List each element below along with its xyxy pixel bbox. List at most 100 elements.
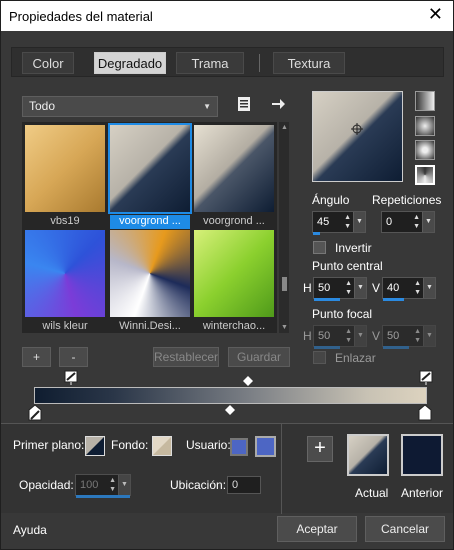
chevron-down-icon[interactable]: ▼ <box>422 212 434 232</box>
gradient-list: vbs19 voorgrond ... voorgrond ... wils k… <box>22 122 277 333</box>
spin-arrows-icon[interactable]: ▲ ▼ <box>109 476 116 494</box>
previous-label: Anterior <box>401 486 444 500</box>
cancel-button[interactable]: Cancelar <box>365 516 445 542</box>
user-color-swatch[interactable] <box>230 438 248 456</box>
foreground-label: Primer plano: <box>13 438 85 452</box>
location-field[interactable]: 0 <box>227 476 261 494</box>
gradient-swatch <box>110 230 190 317</box>
gradient-swatch <box>194 125 274 212</box>
add-gradient-button[interactable]: + <box>22 347 51 367</box>
foreground-material-swatch[interactable] <box>85 436 105 456</box>
add-swatch-button[interactable]: + <box>307 436 333 462</box>
current-swatch[interactable] <box>347 434 389 476</box>
spin-arrows-icon[interactable]: ▲ ▼ <box>345 279 352 297</box>
center-h-value: 50 <box>318 282 331 294</box>
chevron-down-icon[interactable]: ▼ <box>354 278 366 298</box>
background-label: Fondo: <box>111 438 149 452</box>
stop-marker-icon[interactable] <box>28 404 42 421</box>
chevron-down-icon[interactable]: ▼ <box>354 326 366 346</box>
opacity-label: Opacidad: <box>19 478 74 492</box>
scroll-up-icon[interactable]: ▲ <box>281 124 288 131</box>
angle-spinner[interactable]: 45 ▲ ▼ ▼ <box>312 211 366 235</box>
stop-marker-icon[interactable] <box>64 370 78 386</box>
spin-arrows-icon[interactable]: ▲ ▼ <box>414 279 421 297</box>
link-checkbox[interactable] <box>313 351 326 364</box>
spin-arrows-icon[interactable]: ▲ ▼ <box>413 213 420 231</box>
chevron-down-icon: ▼ <box>203 102 211 111</box>
list-view-icon[interactable] <box>237 96 251 112</box>
category-dropdown[interactable]: Todo ▼ <box>22 96 218 117</box>
reset-button[interactable]: Restablecer <box>153 347 219 367</box>
sunburst-style-icon[interactable] <box>415 165 435 185</box>
tab-bar: Color Degradado Trama Textura <box>11 47 444 77</box>
spin-arrows-icon[interactable]: ▲ ▼ <box>345 327 352 345</box>
angle-slider[interactable] <box>313 232 320 235</box>
center-h-spinner[interactable]: 50 ▲ ▼ ▼ <box>313 277 367 301</box>
focal-h-slider[interactable] <box>314 346 340 349</box>
repeats-value: 0 <box>386 216 393 228</box>
chevron-down-icon[interactable]: ▼ <box>118 475 130 495</box>
panel-divider <box>281 424 282 514</box>
previous-swatch[interactable] <box>401 434 443 476</box>
linear-style-icon[interactable] <box>415 91 435 111</box>
gradient-item-wils-kleur[interactable]: wils kleur <box>25 230 105 332</box>
opacity-spinner[interactable]: 100 ▲ ▼ ▼ <box>75 474 131 498</box>
user-color-swatch[interactable] <box>255 436 276 457</box>
rectangular-style-icon[interactable] <box>415 116 435 136</box>
stop-marker-icon[interactable] <box>418 404 432 421</box>
remove-gradient-button[interactable]: - <box>59 347 88 367</box>
stop-marker-icon[interactable] <box>419 370 433 386</box>
repeats-spinner[interactable]: 0 ▲ ▼ ▼ <box>381 211 435 233</box>
gradient-swatch <box>25 125 105 212</box>
opacity-value: 100 <box>80 479 99 491</box>
center-v-label: V <box>372 281 381 295</box>
spin-arrows-icon[interactable]: ▲ ▼ <box>414 327 421 345</box>
gradient-item-vbs19[interactable]: vbs19 <box>25 125 105 227</box>
focal-h-label: H <box>303 329 312 343</box>
radial-style-icon[interactable] <box>415 140 435 160</box>
gradient-swatch <box>194 230 274 317</box>
center-v-slider[interactable] <box>383 298 404 301</box>
scroll-down-icon[interactable]: ▼ <box>281 324 288 331</box>
materials-panel: Primer plano: Fondo: Usuario: Opacidad: … <box>1 423 453 514</box>
midpoint-marker-icon[interactable] <box>225 405 235 415</box>
tab-gradient[interactable]: Degradado <box>94 52 166 74</box>
save-button[interactable]: Guardar <box>228 347 290 367</box>
repeats-label: Repeticiones <box>372 193 442 207</box>
chevron-down-icon[interactable]: ▼ <box>423 278 435 298</box>
angle-value: 45 <box>317 216 330 228</box>
arrow-right-icon[interactable] <box>271 97 285 111</box>
scroll-thumb[interactable] <box>282 277 287 291</box>
gradient-swatch <box>25 230 105 317</box>
current-label: Actual <box>355 486 389 500</box>
gradient-item-voorgrond-2[interactable]: voorgrond ... <box>194 125 274 227</box>
chevron-down-icon[interactable]: ▼ <box>423 326 435 346</box>
chevron-down-icon[interactable]: ▼ <box>353 212 365 232</box>
focal-v-slider[interactable] <box>383 346 409 349</box>
close-icon[interactable]: ✕ <box>428 5 443 23</box>
center-h-slider[interactable] <box>314 298 340 301</box>
opacity-slider[interactable] <box>76 495 130 498</box>
focal-v-spinner[interactable]: 50 ▲ ▼ ▼ <box>382 325 436 349</box>
tab-texture[interactable]: Textura <box>273 52 345 74</box>
gradient-item-winni[interactable]: Winni.Desi... <box>110 230 190 332</box>
invert-checkbox[interactable] <box>313 241 326 254</box>
gradient-item-voorgrond-1[interactable]: voorgrond ... <box>108 123 192 229</box>
focal-h-spinner[interactable]: 50 ▲ ▼ ▼ <box>313 325 367 349</box>
center-v-spinner[interactable]: 40 ▲ ▼ ▼ <box>382 277 436 301</box>
location-label: Ubicación: <box>170 478 227 492</box>
midpoint-marker-icon[interactable] <box>243 376 253 386</box>
ok-button[interactable]: Aceptar <box>277 516 357 542</box>
background-material-swatch[interactable] <box>152 436 172 456</box>
gradient-name: vbs19 <box>50 215 80 227</box>
tab-pattern[interactable]: Trama <box>176 52 244 74</box>
gradient-editor-bar[interactable] <box>34 387 427 404</box>
gradient-preview[interactable] <box>312 91 403 182</box>
tab-divider <box>259 54 260 72</box>
spin-arrows-icon[interactable]: ▲ ▼ <box>344 213 351 231</box>
gradient-list-scrollbar[interactable]: ▲ ▼ <box>279 122 289 333</box>
help-link[interactable]: Ayuda <box>13 523 47 537</box>
tab-color[interactable]: Color <box>22 52 74 74</box>
gradient-name: wils kleur <box>42 320 88 332</box>
gradient-item-winterchao[interactable]: winterchao... <box>194 230 274 332</box>
